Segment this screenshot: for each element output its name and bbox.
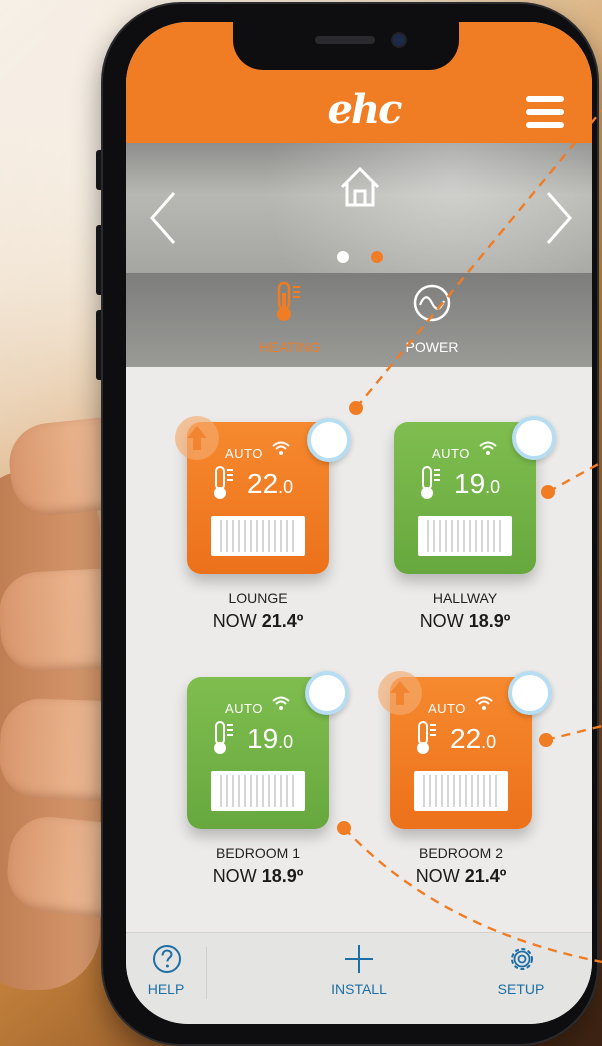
app-logo: ehc [327, 86, 403, 133]
tab-heating[interactable]: HEATING [230, 273, 350, 367]
room-card-hallway: AUTO 19.0 HALLWAY NOW 18.9º [394, 416, 592, 652]
help-button[interactable]: HELP [140, 939, 192, 1001]
wifi-icon [479, 441, 497, 455]
chevron-right-icon[interactable] [542, 189, 576, 247]
bottom-nav: HELP INSTALL SETUP [126, 932, 592, 1024]
menu-icon [526, 109, 564, 115]
tab-power-label: POWER [405, 339, 459, 355]
help-label: HELP [147, 981, 185, 997]
radiator-icon [414, 771, 508, 811]
tab-heating-label: HEATING [259, 339, 321, 355]
setpoint-whole: 19 [247, 723, 279, 754]
thermometer-icon [417, 721, 436, 754]
mode-label: AUTO [225, 446, 263, 461]
room-current-temp: NOW 21.4º [390, 866, 532, 887]
room-toggle[interactable] [512, 416, 556, 460]
radiator-icon [418, 516, 512, 556]
plus-icon [345, 945, 373, 973]
room-toggle[interactable] [305, 671, 349, 715]
thermometer-icon [421, 466, 440, 499]
room-current-temp: NOW 18.9º [394, 611, 536, 632]
carousel-dot-active[interactable] [371, 251, 383, 263]
setpoint-whole: 19 [454, 468, 486, 499]
room-card-bedroom-1: AUTO 19.0 BEDROOM 1 NOW 18.9º [187, 671, 387, 907]
menu-icon [526, 122, 564, 128]
mode-tabs: HEATING POWER [126, 273, 592, 367]
room-current-temp: NOW 18.9º [187, 866, 329, 887]
boost-button[interactable] [378, 671, 422, 715]
wifi-icon [272, 441, 290, 455]
thermometer-icon [277, 281, 300, 321]
room-card-lounge: AUTO 22.0 LOUNGE NOW 21.4º [175, 416, 387, 652]
thermometer-icon [214, 466, 233, 499]
install-button[interactable]: INSTALL [314, 939, 404, 1001]
mode-label: AUTO [432, 446, 470, 461]
boost-arrow-icon [187, 426, 207, 450]
setpoint-temperature: 22.0 [450, 723, 496, 758]
now-label: NOW [419, 611, 464, 631]
boost-button[interactable] [175, 416, 219, 460]
boost-arrow-icon [390, 681, 410, 705]
menu-button[interactable] [522, 94, 568, 130]
speaker [315, 36, 375, 44]
room-name: BEDROOM 1 [215, 845, 300, 861]
install-label: INSTALL [331, 981, 387, 997]
wifi-icon [272, 696, 290, 710]
gear-icon [511, 948, 533, 970]
room-name: LOUNGE [228, 590, 288, 606]
setup-button[interactable]: SETUP [486, 939, 556, 1001]
now-label: NOW [212, 611, 257, 631]
help-icon [153, 945, 181, 973]
phone-screen: ehc HEATING POWER AUTO 22.0 LOUNGE NOW 2… [126, 22, 592, 1024]
home-icon [340, 166, 380, 207]
room-name: HALLWAY [432, 590, 498, 606]
room-toggle[interactable] [307, 418, 351, 462]
setpoint-decimal: .0 [278, 732, 294, 752]
carousel-dots [331, 250, 391, 264]
divider [206, 947, 207, 999]
room-card-bedroom-2: AUTO 22.0 BEDROOM 2 NOW 21.4º [378, 671, 590, 907]
carousel-dot[interactable] [337, 251, 349, 263]
room-toggle[interactable] [508, 671, 552, 715]
wifi-icon [475, 696, 493, 710]
menu-icon [526, 96, 564, 102]
setpoint-decimal: .0 [278, 477, 294, 497]
now-value: 18.9º [261, 866, 304, 886]
setpoint-temperature: 19.0 [247, 723, 293, 758]
setpoint-whole: 22 [247, 468, 279, 499]
now-value: 21.4º [464, 866, 507, 886]
radiator-icon [211, 771, 305, 811]
setup-label: SETUP [497, 981, 545, 997]
room-name: BEDROOM 2 [418, 845, 503, 861]
thermometer-icon [214, 721, 233, 754]
now-value: 18.9º [468, 611, 511, 631]
now-value: 21.4º [261, 611, 304, 631]
setpoint-whole: 22 [450, 723, 482, 754]
mode-label: AUTO [225, 701, 263, 716]
now-label: NOW [415, 866, 460, 886]
tab-power[interactable]: POWER [372, 273, 492, 367]
setpoint-decimal: .0 [481, 732, 497, 752]
setpoint-temperature: 22.0 [247, 468, 293, 503]
setpoint-temperature: 19.0 [454, 468, 500, 503]
front-camera [393, 34, 405, 46]
chevron-left-icon[interactable] [146, 189, 180, 247]
phone-notch [233, 22, 459, 70]
now-label: NOW [212, 866, 257, 886]
radiator-icon [211, 516, 305, 556]
setpoint-decimal: .0 [485, 477, 501, 497]
mode-label: AUTO [428, 701, 466, 716]
room-current-temp: NOW 21.4º [187, 611, 329, 632]
power-wave-icon [413, 284, 451, 322]
room-grid: AUTO 22.0 LOUNGE NOW 21.4º AUTO 19.0 HAL… [126, 367, 592, 932]
hero-carousel [126, 143, 592, 273]
